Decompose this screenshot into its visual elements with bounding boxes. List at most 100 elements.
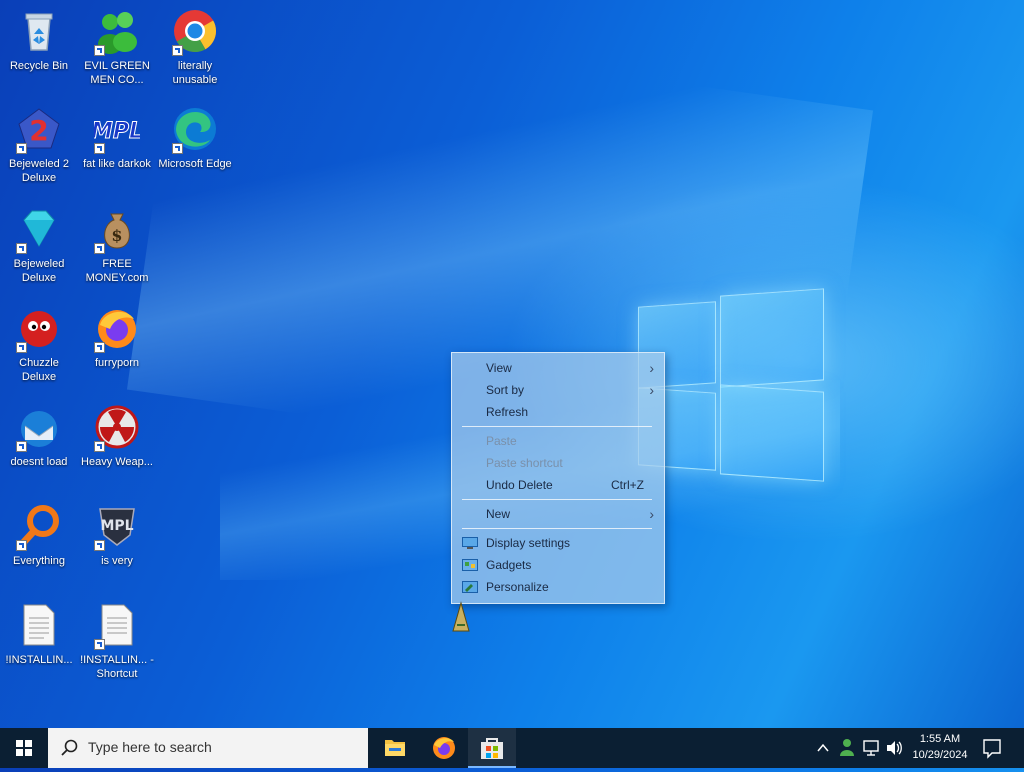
- shortcut-arrow-icon: [16, 143, 27, 154]
- network-icon[interactable]: [860, 728, 882, 768]
- desktop-icon-label: Chuzzle Deluxe: [19, 357, 59, 383]
- context-menu-paste: Paste: [452, 430, 664, 452]
- desktop-icon-label: Heavy Weap...: [81, 456, 153, 468]
- desktop-icon-label: FREE MONEY.com: [85, 258, 149, 284]
- shortcut-arrow-icon: [16, 441, 27, 452]
- shortcut-arrow-icon: [94, 342, 105, 353]
- search-icon: [61, 739, 78, 756]
- desktop-icon-recycle-bin[interactable]: Recycle Bin: [1, 8, 77, 73]
- shortcut-arrow-icon: [16, 243, 27, 254]
- notification-center-icon[interactable]: [978, 728, 1006, 768]
- display-icon: [462, 537, 478, 549]
- context-menu-paste-shortcut: Paste shortcut: [452, 452, 664, 474]
- context-menu-undo-delete[interactable]: Undo Delete Ctrl+Z: [452, 474, 664, 496]
- context-menu-gadgets[interactable]: Gadgets: [452, 554, 664, 576]
- taskbar-clock[interactable]: 1:55 AM 10/29/2024: [900, 731, 980, 763]
- svg-text:MPL: MPL: [94, 119, 140, 144]
- menu-separator: [462, 528, 652, 529]
- menu-item-label: Paste: [486, 434, 517, 448]
- chevron-up-icon[interactable]: [812, 728, 834, 768]
- context-menu-view[interactable]: View ›: [452, 357, 664, 379]
- desktop-icon-chuzzle[interactable]: Chuzzle Deluxe: [1, 305, 77, 384]
- chevron-right-icon: ›: [649, 506, 654, 522]
- menu-separator: [462, 426, 652, 427]
- desktop-icon-everything[interactable]: Everything: [1, 503, 77, 568]
- svg-text:2: 2: [29, 114, 48, 147]
- firefox-icon: [433, 737, 455, 759]
- desktop-icon-label: !INSTALLIN... - Shortcut: [80, 654, 154, 680]
- shortcut-arrow-icon: [94, 540, 105, 551]
- desktop-icon-label: furryporn: [94, 357, 140, 369]
- menu-item-label: Display settings: [486, 536, 571, 550]
- menu-item-label: Personalize: [486, 580, 549, 594]
- desktop-icon-installing-file[interactable]: !INSTALLIN...: [1, 602, 77, 667]
- taskbar-file-explorer[interactable]: [371, 728, 419, 768]
- clock-date: 10/29/2024: [912, 749, 968, 761]
- desktop-icon-label: Bejeweled Deluxe: [13, 258, 65, 284]
- desktop-icon-label: doesnt load: [10, 456, 68, 468]
- taskbar-microsoft-store[interactable]: [468, 728, 516, 768]
- menu-separator: [462, 499, 652, 500]
- menu-item-label: View: [486, 361, 512, 375]
- desktop-icon-evil-green-men[interactable]: EVIL GREEN MEN CO...: [79, 8, 155, 87]
- shortcut-arrow-icon: [172, 45, 183, 56]
- people-icon[interactable]: [836, 728, 858, 768]
- shortcut-arrow-icon: [16, 342, 27, 353]
- context-menu-display-settings[interactable]: Display settings: [452, 532, 664, 554]
- taskbar: Type here to search 1:55 AM 10/29/2024: [0, 728, 1024, 768]
- desktop-icon-label: Microsoft Edge: [158, 158, 232, 170]
- shortcut-arrow-icon: [94, 143, 105, 154]
- file-explorer-icon: [385, 740, 405, 756]
- desktop-icon-heavy-weapons[interactable]: Heavy Weap...: [79, 404, 155, 469]
- desktop-icon-is-very[interactable]: MPL is very: [79, 503, 155, 568]
- desktop-icon-label: EVIL GREEN MEN CO...: [84, 60, 150, 86]
- context-menu-refresh[interactable]: Refresh: [452, 401, 664, 423]
- text-file-icon: [23, 604, 55, 646]
- desktop-icon-bejeweled[interactable]: Bejeweled Deluxe: [1, 206, 77, 285]
- start-button[interactable]: [0, 728, 48, 768]
- desktop-icon-label: Everything: [13, 555, 65, 567]
- menu-item-label: Refresh: [486, 405, 529, 419]
- svg-text:MPL: MPL: [100, 518, 133, 534]
- personalize-icon: [462, 581, 478, 593]
- taskbar-firefox[interactable]: [420, 728, 468, 768]
- windows-start-icon: [16, 740, 32, 756]
- shortcut-arrow-icon: [94, 639, 105, 650]
- mouse-cursor-icon: [452, 601, 470, 632]
- chevron-right-icon: ›: [649, 382, 654, 398]
- shortcut-arrow-icon: [94, 441, 105, 452]
- desktop-icon-fat-like-darkok[interactable]: MPL fat like darkok: [79, 106, 155, 171]
- chevron-right-icon: ›: [649, 360, 654, 376]
- desktop-icon-label: Bejeweled 2 Deluxe: [9, 158, 69, 184]
- desktop-icon-microsoft-edge[interactable]: Microsoft Edge: [157, 106, 233, 171]
- menu-item-label: Gadgets: [486, 558, 532, 572]
- desktop[interactable]: Recycle Bin 2 Bejeweled 2 Deluxe Bejewel…: [0, 0, 1024, 728]
- context-menu-new[interactable]: New ›: [452, 503, 664, 525]
- menu-item-label: Sort by: [486, 383, 525, 397]
- desktop-icon-furryporn[interactable]: furryporn: [79, 305, 155, 370]
- menu-item-shortcut: Ctrl+Z: [611, 478, 644, 492]
- desktop-icon-label: Recycle Bin: [9, 60, 69, 72]
- desktop-context-menu: View › Sort by › Refresh Paste Paste sho…: [451, 352, 665, 604]
- search-placeholder: Type here to search: [88, 739, 212, 755]
- desktop-icon-doesnt-load[interactable]: doesnt load: [1, 404, 77, 469]
- microsoft-store-icon: [481, 738, 503, 759]
- desktop-icon-label: !INSTALLIN...: [5, 654, 73, 666]
- clock-time: 1:55 AM: [919, 733, 961, 745]
- menu-item-label: Paste shortcut: [486, 456, 563, 470]
- menu-item-label: New: [486, 507, 511, 521]
- shortcut-arrow-icon: [94, 243, 105, 254]
- svg-text:$: $: [111, 226, 122, 245]
- desktop-icon-bejeweled-2[interactable]: 2 Bejeweled 2 Deluxe: [1, 106, 77, 185]
- desktop-icon-installing-shortcut[interactable]: !INSTALLIN... - Shortcut: [79, 602, 155, 681]
- context-menu-sort-by[interactable]: Sort by ›: [452, 379, 664, 401]
- desktop-icon-free-money[interactable]: $ FREE MONEY.com: [79, 206, 155, 285]
- taskbar-search-box[interactable]: Type here to search: [48, 728, 368, 768]
- shortcut-arrow-icon: [172, 143, 183, 154]
- menu-item-label: Undo Delete: [486, 478, 553, 492]
- desktop-icon-literally-unusable[interactable]: literally unusable: [157, 8, 233, 87]
- recycle-bin-icon: [25, 13, 53, 51]
- context-menu-personalize[interactable]: Personalize: [452, 576, 664, 598]
- shortcut-arrow-icon: [94, 45, 105, 56]
- desktop-icon-label: fat like darkok: [83, 158, 151, 170]
